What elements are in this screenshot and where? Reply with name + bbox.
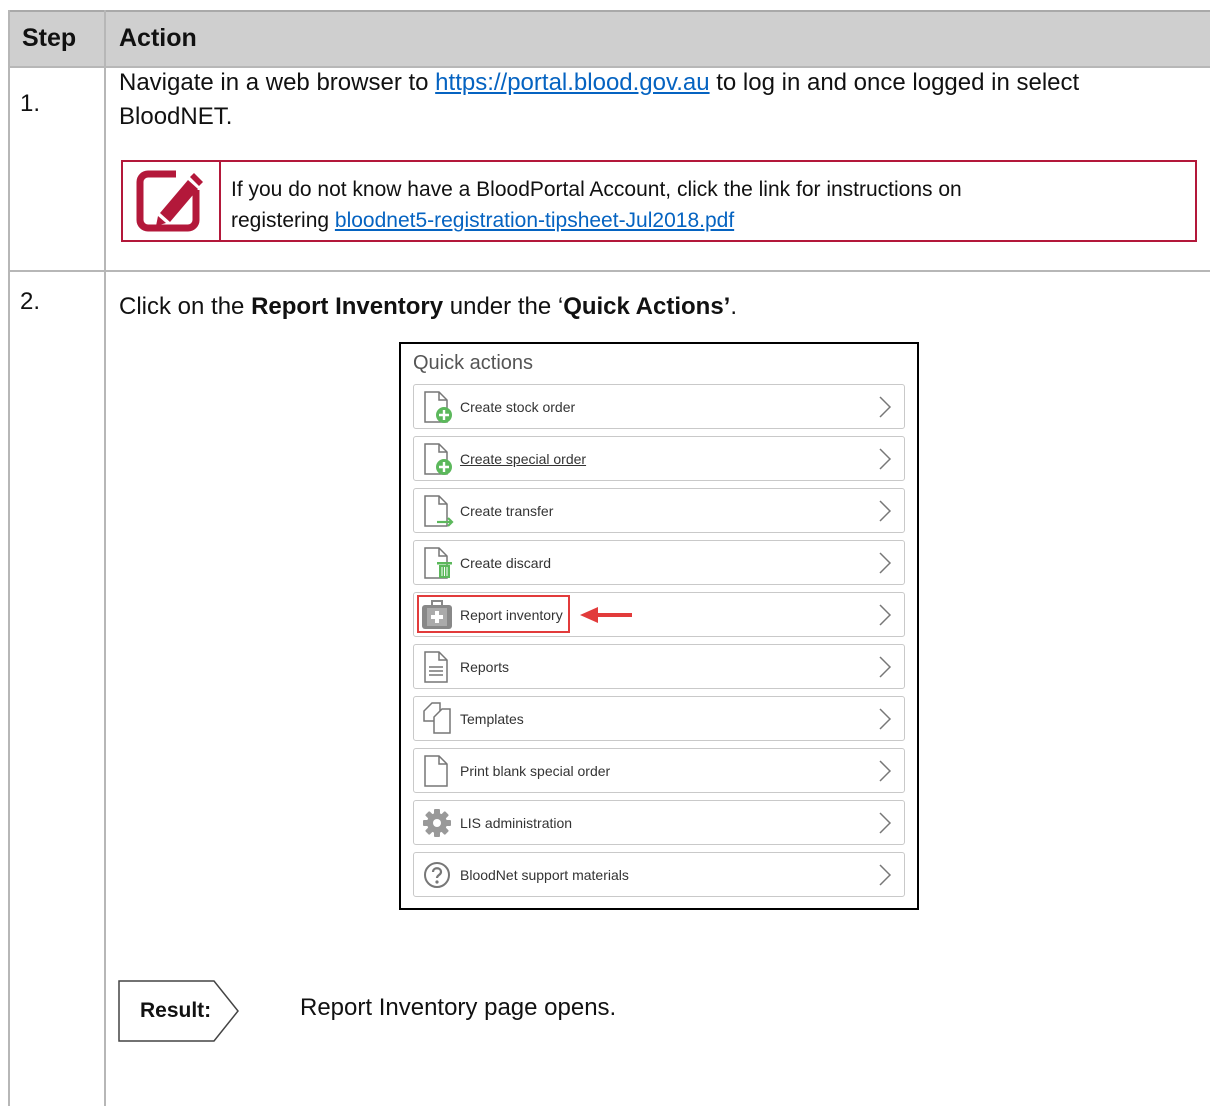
qa-item-label: Create discard: [460, 555, 552, 571]
gear-icon: [423, 809, 451, 837]
qa-item-label: Create special order: [460, 451, 587, 467]
chevron-right-icon: [879, 812, 892, 834]
qa-item-bloodnet-support-materials[interactable]: BloodNet support materials: [413, 852, 905, 897]
qa-item-label: Report inventory: [460, 607, 563, 623]
tipsheet-link[interactable]: bloodnet5-registration-tipsheet-Jul2018.…: [335, 209, 734, 232]
blank-document-icon: [424, 755, 448, 787]
header-action: Action: [119, 24, 197, 52]
chevron-right-icon: [879, 604, 892, 626]
document-add-icon: [424, 391, 452, 423]
qa-item-label: Reports: [460, 659, 510, 675]
chevron-right-icon: [879, 552, 892, 574]
note-icon-box: [123, 162, 221, 240]
question-circle-icon: [424, 862, 450, 888]
document-trash-icon: [424, 547, 452, 579]
quick-actions-panel: Quick actions Create stock order Create …: [399, 342, 919, 910]
header-step: Step: [22, 24, 77, 52]
medical-kit-icon: [422, 600, 452, 629]
row-divider: [8, 270, 1210, 272]
qa-item-report-inventory[interactable]: Report inventory: [413, 592, 905, 637]
quick-actions-title: Quick actions: [413, 352, 534, 374]
chevron-right-icon: [879, 500, 892, 522]
qa-item-lis-administration[interactable]: LIS administration: [413, 800, 905, 845]
chevron-right-icon: [879, 864, 892, 886]
pencil-edit-icon: [136, 168, 206, 232]
qa-item-create-special-order[interactable]: Create special order: [413, 436, 905, 481]
qa-item-label: Templates: [460, 711, 524, 727]
chevron-right-icon: [879, 396, 892, 418]
qa-item-print-blank-special-order[interactable]: Print blank special order: [413, 748, 905, 793]
qa-item-create-transfer[interactable]: Create transfer: [413, 488, 905, 533]
step-2-number: 2.: [20, 288, 41, 315]
red-arrow-icon: [580, 607, 632, 623]
qa-item-templates[interactable]: Templates: [413, 696, 905, 741]
templates-icon: [423, 702, 451, 734]
document-lines-icon: [424, 651, 448, 683]
qa-item-reports[interactable]: Reports: [413, 644, 905, 689]
qa-item-label: Print blank special order: [460, 763, 611, 779]
step-1-instruction: Navigate in a web browser to https://por…: [119, 69, 1080, 130]
result-label: Result:: [140, 999, 212, 1022]
note-text: If you do not know have a BloodPortal Ac…: [231, 178, 962, 232]
table-left-border: [8, 10, 10, 1106]
qa-item-label: Create stock order: [460, 399, 576, 415]
table-column-divider: [104, 10, 106, 1106]
document-arrow-icon: [424, 495, 454, 527]
table-header: Step Action: [8, 10, 1210, 68]
note-box: If you do not know have a BloodPortal Ac…: [121, 160, 1197, 242]
qa-item-label: LIS administration: [460, 815, 573, 831]
qa-item-label: Create transfer: [460, 503, 554, 519]
step-1-number: 1.: [20, 90, 41, 117]
document-add-icon: [424, 443, 452, 475]
qa-item-create-discard[interactable]: Create discard: [413, 540, 905, 585]
chevron-right-icon: [879, 656, 892, 678]
chevron-right-icon: [879, 760, 892, 782]
chevron-right-icon: [879, 708, 892, 730]
qa-item-create-stock-order[interactable]: Create stock order: [413, 384, 905, 429]
portal-link[interactable]: https://portal.blood.gov.au: [435, 69, 709, 96]
result-text: Report Inventory page opens.: [300, 994, 617, 1021]
qa-item-label: BloodNet support materials: [460, 867, 629, 883]
chevron-right-icon: [879, 448, 892, 470]
step-2-instruction: Click on the Report Inventory under the …: [119, 293, 738, 320]
procedure-table: Step Action 1. Navigate in a web browser…: [0, 0, 1210, 1106]
